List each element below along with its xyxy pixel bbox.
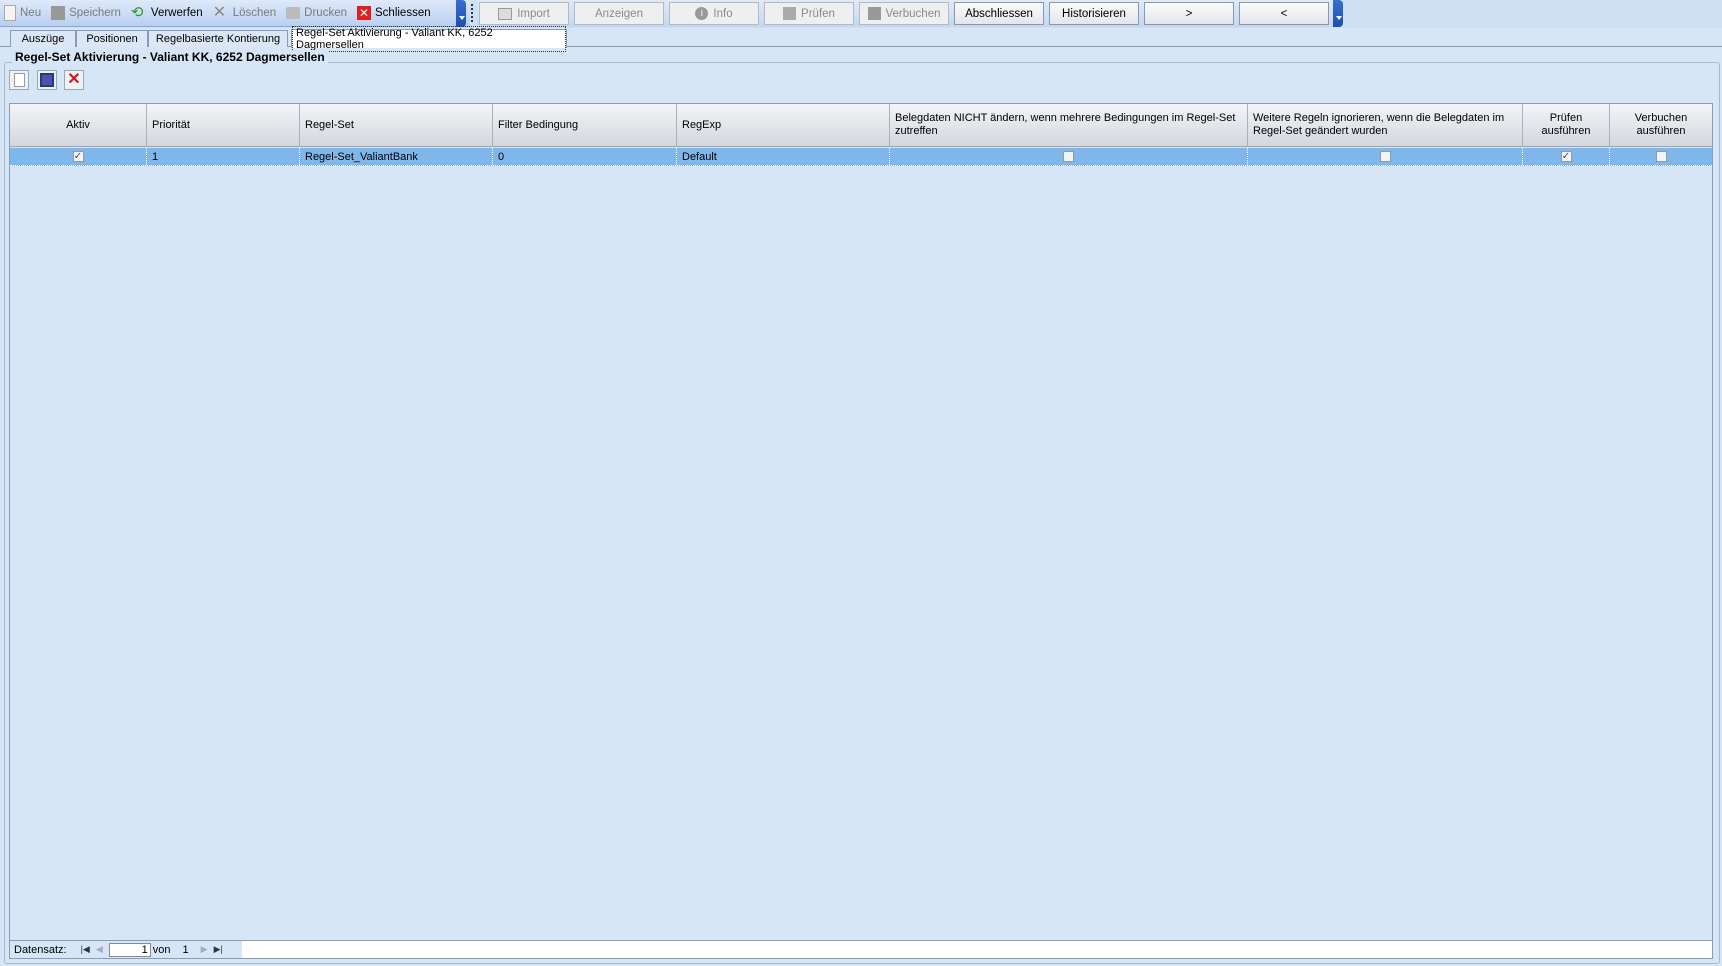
ignorieren-checkbox[interactable] [1379, 151, 1391, 162]
column-header-nicht-aendern[interactable]: Belegdaten NICHT ändern, wenn mehrere Be… [890, 104, 1248, 146]
info-icon: i [695, 7, 709, 20]
save-record-button[interactable] [37, 70, 57, 90]
cell-filter[interactable]: 0 [493, 148, 677, 165]
save-icon [40, 73, 54, 87]
previous-button[interactable]: < [1239, 2, 1329, 25]
delete-icon: ✕ [67, 71, 81, 88]
column-header-aktiv[interactable]: Aktiv [10, 104, 147, 146]
save-icon [51, 6, 66, 20]
printer-icon [286, 7, 301, 19]
cell-regexp[interactable]: Default [677, 148, 890, 165]
previous-record-icon[interactable]: ◀ [96, 944, 103, 955]
main-toolbar: Neu Speichern ⟲ Verwerfen ✕ Löschen Drucke… [0, 0, 470, 27]
column-header-verbuchen[interactable]: Verbuchen ausführen [1610, 104, 1712, 146]
column-header-regel-set[interactable]: Regel-Set [300, 104, 493, 146]
cell-ignorieren [1248, 148, 1523, 165]
table-row[interactable]: ✓ 1 Regel-Set_ValiantBank 0 Default ✓ [10, 148, 1712, 166]
new-record-button[interactable] [9, 70, 29, 90]
grid-header: Aktiv Priorität Regel-Set Filter Bedingu… [10, 104, 1712, 147]
cell-prioritaet[interactable]: 1 [147, 148, 300, 165]
import-icon [498, 7, 513, 20]
cell-aktiv: ✓ [10, 148, 147, 165]
save-icon [867, 7, 881, 20]
import-button[interactable]: Import [479, 2, 569, 25]
delete-record-button[interactable]: ✕ [64, 70, 84, 90]
discard-button[interactable]: ⟲ Verwerfen [131, 5, 203, 21]
verbuchen-checkbox[interactable] [1655, 151, 1667, 162]
first-record-icon[interactable]: |◀ [81, 944, 90, 955]
aktiv-checkbox[interactable]: ✓ [72, 151, 84, 162]
tab-positionen[interactable]: Positionen [76, 30, 148, 47]
column-header-pruefen[interactable]: Prüfen ausführen [1523, 104, 1610, 146]
tab-regel-set-aktivierung[interactable]: Regel-Set Aktivierung - Valiant KK, 6252… [291, 26, 567, 52]
tab-regelbasierte-kontierung[interactable]: Regelbasierte Kontierung [148, 30, 288, 47]
close-button[interactable]: ✕ Schliessen [357, 6, 431, 20]
historisieren-button[interactable]: Historisieren [1049, 2, 1139, 25]
print-button[interactable]: Drucken [286, 7, 347, 19]
delete-icon: ✕ [212, 4, 227, 21]
pruefen-checkbox[interactable]: ✓ [1560, 151, 1572, 162]
verbuchen-button[interactable]: Verbuchen [859, 2, 949, 25]
new-button[interactable]: Neu [4, 5, 41, 21]
of-label: von [152, 943, 171, 956]
pruefen-button[interactable]: Prüfen [764, 2, 854, 25]
save-button[interactable]: Speichern [51, 6, 121, 20]
cell-verbuchen [1610, 148, 1712, 165]
column-header-filter[interactable]: Filter Bedingung [493, 104, 677, 146]
anzeigen-button[interactable]: Anzeigen [574, 2, 664, 25]
current-record-input[interactable]: 1 [108, 942, 151, 957]
new-document-icon [4, 5, 16, 21]
next-button[interactable]: > [1144, 2, 1234, 25]
refresh-icon: ⟲ [130, 4, 144, 21]
rules-grid: Aktiv Priorität Regel-Set Filter Bedingu… [9, 103, 1713, 959]
cell-nicht-aendern [890, 148, 1248, 165]
abschliessen-button[interactable]: Abschliessen [954, 2, 1044, 25]
check-icon [783, 7, 797, 20]
tab-strip: Auszüge Positionen Regelbasierte Kontier… [0, 26, 1722, 52]
next-record-icon[interactable]: ▶ [201, 944, 208, 955]
close-icon: ✕ [357, 6, 371, 20]
nicht-aendern-checkbox[interactable] [1063, 151, 1074, 162]
navigator-label: Datensatz: [14, 943, 67, 956]
cell-regel-set[interactable]: Regel-Set_ValiantBank [300, 148, 493, 165]
toolbar-overflow-button[interactable] [456, 0, 466, 27]
column-header-regexp[interactable]: RegExp [677, 104, 890, 146]
delete-button[interactable]: ✕ Löschen [213, 5, 276, 21]
group-title: Regel-Set Aktivierung - Valiant KK, 6252… [12, 50, 328, 64]
toolbar-grip[interactable] [471, 4, 473, 22]
tab-auszuege[interactable]: Auszüge [10, 30, 76, 47]
last-record-icon[interactable]: ▶| [214, 944, 223, 955]
total-records: 1 [182, 943, 189, 956]
record-navigator: Datensatz: |◀ ◀ 1 von 1 ▶ ▶| [10, 940, 1712, 958]
column-header-prioritaet[interactable]: Priorität [147, 104, 300, 146]
info-button[interactable]: i Info [669, 2, 759, 25]
cell-pruefen: ✓ [1523, 148, 1610, 165]
column-header-ignorieren[interactable]: Weitere Regeln ignorieren, wenn die Bele… [1248, 104, 1523, 146]
new-document-icon [13, 73, 25, 87]
action-toolbar-overflow-button[interactable] [1333, 0, 1343, 27]
